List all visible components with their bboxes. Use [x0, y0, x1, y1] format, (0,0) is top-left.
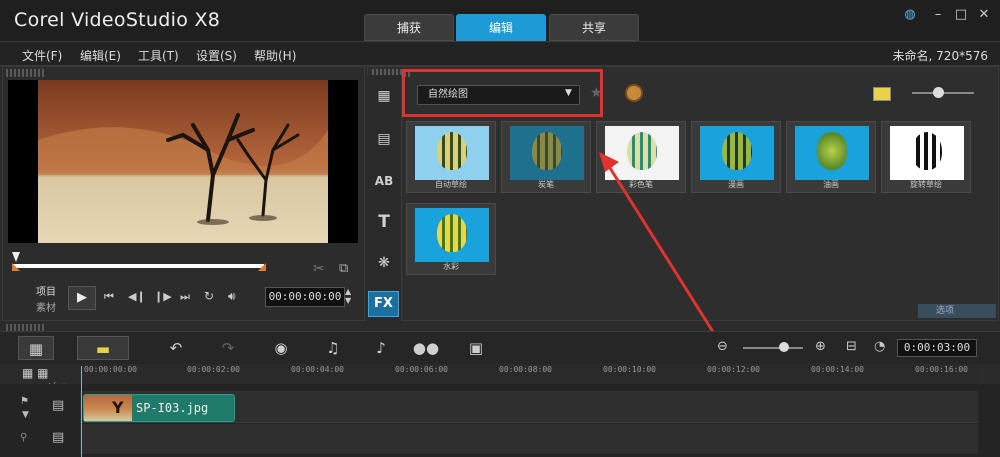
storyboard-view-icon[interactable]: ▦ — [18, 336, 54, 360]
filter-thumb-charcoal[interactable]: 炭笔 — [501, 121, 591, 193]
end-icon[interactable]: ⏭ — [180, 290, 190, 304]
play-button[interactable]: ▶ — [68, 286, 96, 310]
tab-share[interactable]: 共享 — [549, 14, 639, 41]
thumbnail-image — [415, 126, 489, 180]
zoom-slider[interactable] — [743, 347, 803, 349]
record-capture-icon[interactable]: ◉ — [263, 336, 299, 360]
menu-help[interactable]: 帮助(H) — [254, 47, 296, 64]
chevron-down-icon[interactable]: ▼ — [22, 410, 29, 420]
transition-icon[interactable]: AB — [372, 169, 396, 193]
timecode-field[interactable]: 00:00:00:00 — [265, 287, 345, 307]
undo-icon[interactable]: ↶ — [158, 336, 194, 360]
ruler-tick: 00:00:02:00 — [187, 365, 240, 374]
tab-edit[interactable]: 编辑 — [456, 14, 546, 41]
auto-music-icon[interactable]: ♪ — [363, 336, 399, 360]
overlay-track[interactable] — [80, 424, 978, 454]
home-icon[interactable]: ⏮ — [104, 290, 114, 304]
filter-thumb-oil-painting[interactable]: 油画 — [786, 121, 876, 193]
clip-thumbnail-tree: Y — [112, 398, 124, 417]
timecode-stepper-icon[interactable]: ▲ ▼ — [345, 287, 351, 305]
ruler-tick: 00:00:10:00 — [603, 365, 656, 374]
instant-project-icon[interactable]: ▤ — [372, 127, 396, 151]
thumbnail-image — [510, 126, 584, 180]
track-lock-icon[interactable]: ⚲ — [20, 432, 27, 443]
track-toggle-icon[interactable]: ⚑ — [20, 396, 29, 407]
library-sidebar — [367, 75, 402, 321]
minimize-icon[interactable]: – — [929, 6, 947, 24]
app-title: Corel VideoStudio X8 — [14, 9, 221, 31]
preview-image — [38, 80, 328, 243]
slider-handle[interactable] — [933, 87, 944, 98]
close-icon[interactable]: ✕ — [975, 6, 993, 24]
maximize-icon[interactable]: □ — [952, 6, 970, 24]
duration-clock-icon[interactable]: ◔ — [874, 339, 885, 354]
video-preview — [8, 80, 358, 243]
project-mode-label[interactable]: 项目 — [36, 283, 56, 298]
zoom-in-icon[interactable]: ⊕ — [815, 339, 826, 354]
menu-file[interactable]: 文件(F) — [22, 47, 62, 64]
thumb-label: 炭笔 — [538, 180, 554, 189]
panel-grip[interactable] — [6, 69, 46, 77]
track-manager-icon[interactable]: ▦ ▦ — [22, 366, 49, 380]
timeline-duration-field[interactable]: 0:00:03:00 — [897, 339, 977, 357]
ruler-tick: 00:00:08:00 — [499, 365, 552, 374]
menu-edit[interactable]: 编辑(E) — [80, 47, 121, 64]
ruler-tick: 00:00:14:00 — [811, 365, 864, 374]
ruler-tick: 00:00:06:00 — [395, 365, 448, 374]
scrub-bar[interactable] — [12, 264, 264, 268]
thumb-label: 旋转草绘 — [910, 180, 942, 189]
annotation-arrow — [599, 152, 717, 336]
next-frame-icon[interactable]: ❙▶ — [154, 290, 172, 303]
add-favorite-icon[interactable]: ★ — [590, 85, 603, 101]
subtitle-editor-icon[interactable]: ▣ — [458, 336, 494, 360]
clip-mode-label[interactable]: 素材 — [36, 299, 56, 314]
previous-frame-icon[interactable]: ◀❙ — [128, 290, 146, 303]
thumb-label: 水彩 — [443, 262, 459, 271]
zoom-slider-handle[interactable] — [779, 342, 789, 352]
filter-thumb-rotate-sketch[interactable]: 旋转草绘 — [881, 121, 971, 193]
thumbnail-image — [415, 208, 489, 262]
repeat-icon[interactable]: ↻ — [204, 289, 214, 303]
sound-mixer-icon[interactable]: ♫ — [315, 336, 351, 360]
motion-tracking-icon[interactable]: ●● — [408, 336, 444, 360]
volume-icon[interactable]: 🔊︎ — [228, 289, 236, 304]
ruler-tick: 00:00:04:00 — [291, 365, 344, 374]
globe-icon[interactable]: ◍ — [901, 6, 919, 24]
filter-thumb-watercolor[interactable]: 水彩 — [406, 203, 496, 275]
enlarge-icon[interactable]: ⧉ — [339, 261, 348, 276]
thumbnail-image — [795, 126, 869, 180]
tab-capture[interactable]: 捕获 — [364, 14, 454, 41]
thumb-label: 自动草绘 — [435, 180, 467, 189]
split-icon[interactable]: ✂ — [313, 261, 325, 277]
timeline-playhead[interactable] — [81, 366, 82, 457]
timeline-view-icon[interactable]: ▬ — [77, 336, 129, 360]
filter-thumb-auto-sketch[interactable]: 自动草绘 — [406, 121, 496, 193]
redo-icon[interactable]: ↷ — [210, 336, 246, 360]
get-more-icon[interactable] — [625, 84, 643, 102]
project-info: 未命名, 720*576 — [892, 49, 988, 63]
thumb-label: 油画 — [823, 180, 839, 189]
ruler-tick: 00:00:16:00 — [915, 365, 968, 374]
menu-settings[interactable]: 设置(S) — [196, 47, 237, 64]
fx-filter-button[interactable]: FX — [368, 291, 399, 317]
fit-project-icon[interactable]: ⊟ — [846, 339, 857, 354]
video-track-icon[interactable]: ▤ — [52, 398, 64, 413]
ruler-tick: 00:00:00:00 — [84, 365, 137, 374]
thumbnail-image — [890, 126, 964, 180]
title-icon[interactable]: T — [372, 210, 396, 234]
view-mode-icon[interactable] — [873, 87, 891, 101]
zoom-out-icon[interactable]: ⊖ — [717, 339, 728, 354]
menu-tools[interactable]: 工具(T) — [138, 47, 179, 64]
graphic-icon[interactable]: ❋ — [372, 251, 396, 275]
ruler-tick: 00:00:12:00 — [707, 365, 760, 374]
annotation-highlight-box — [402, 69, 603, 117]
media-icon[interactable]: ▦ — [372, 84, 396, 108]
overlay-track-icon[interactable]: ▤ — [52, 430, 64, 445]
options-button[interactable]: 选项 — [918, 304, 996, 318]
clip-thumbnail — [84, 395, 132, 421]
clip-name: SP-I03.jpg — [136, 401, 209, 415]
